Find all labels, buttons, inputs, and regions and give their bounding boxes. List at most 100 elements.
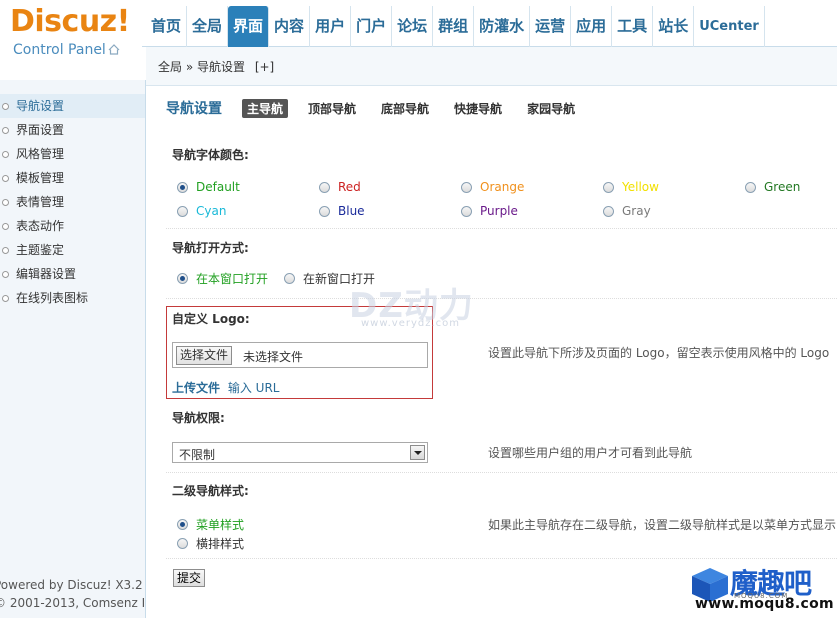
radio-button[interactable] — [603, 181, 614, 193]
radio-button[interactable] — [177, 205, 188, 217]
breadcrumb-toggle[interactable]: [+] — [255, 60, 274, 74]
radio-option[interactable]: Green — [745, 180, 800, 194]
radio-button[interactable] — [603, 205, 614, 217]
sidebar-item[interactable]: 导航设置 — [0, 94, 145, 118]
chevron-down-icon[interactable] — [410, 445, 425, 460]
sidebar-item[interactable]: 界面设置 — [0, 118, 145, 142]
radio-option[interactable]: Purple — [461, 204, 518, 218]
tab[interactable]: 快捷导航 — [449, 99, 507, 118]
home-icon — [108, 44, 120, 55]
radio-option[interactable]: Default — [177, 180, 240, 194]
top-nav-item[interactable]: 用户 — [310, 6, 352, 47]
radio-label: Cyan — [196, 204, 227, 218]
sidebar-item[interactable]: 编辑器设置 — [0, 262, 145, 286]
copyright: © 2001-2013, Comsenz Inc. — [0, 596, 146, 610]
watermark-dz-url: www.verydz.com — [361, 318, 461, 329]
powered-by: Powered by Discuz! X3.2 — [0, 578, 143, 592]
sub-style-label: 二级导航样式: — [172, 484, 249, 498]
top-nav-item[interactable]: 界面 — [228, 6, 270, 47]
sidebar-list: 导航设置 界面设置 风格管理 模板管理 表情管理 表态动作 主题鉴定 编辑器设置 在线列表图标 — [0, 94, 145, 310]
top-nav-item[interactable]: 站长 — [653, 6, 695, 47]
sidebar-item[interactable]: 表态动作 — [0, 214, 145, 238]
sub-style-tip: 如果此主导航存在二级导航，设置二级导航样式是以菜单方式显示 — [488, 518, 837, 532]
radio-label: 横排样式 — [196, 537, 245, 551]
radio-button[interactable] — [461, 181, 472, 193]
input-url-link[interactable]: 输入 URL — [228, 381, 280, 395]
radio-button[interactable] — [177, 181, 188, 193]
radio-label: Orange — [480, 180, 525, 194]
radio-button[interactable] — [177, 538, 188, 549]
radio-option[interactable]: Cyan — [177, 204, 226, 218]
radio-button[interactable] — [461, 205, 472, 217]
radio-option[interactable]: 在本窗口打开 — [177, 270, 268, 287]
radio-label: Blue — [338, 204, 365, 218]
breadcrumb-bar: 全局 » 导航设置 [+] — [146, 47, 837, 86]
radio-button[interactable] — [177, 273, 188, 284]
top-nav-item[interactable]: 内容 — [269, 6, 311, 47]
permission-label: 导航权限: — [172, 411, 225, 425]
font-color-label: 导航字体颜色: — [172, 148, 249, 162]
radio-label: Purple — [480, 204, 518, 218]
radio-option[interactable]: 菜单样式 — [177, 516, 244, 533]
top-nav-item[interactable]: 应用 — [571, 6, 613, 47]
submit-button[interactable]: 提交 — [173, 569, 206, 587]
radio-label: 菜单样式 — [196, 518, 245, 532]
top-nav-item[interactable]: 论坛 — [392, 6, 434, 47]
sidebar-item[interactable]: 表情管理 — [0, 190, 145, 214]
permission-value: 不限制 — [179, 448, 216, 462]
radio-label: Yellow — [622, 180, 659, 194]
main-content: 导航设置 主导航 顶部导航 底部导航 快捷导航 家园导航 导航字体颜色: Default… — [146, 86, 837, 618]
top-nav-item[interactable]: 防灌水 — [474, 6, 531, 47]
logo-tip: 设置此导航下所涉及页面的 Logo，留空表示使用风格中的 Logo — [488, 346, 830, 360]
radio-button[interactable] — [319, 181, 330, 193]
page-title: 导航设置 — [166, 101, 222, 117]
choose-file-button[interactable]: 选择文件 — [176, 346, 233, 365]
top-nav-item[interactable]: 全局 — [187, 6, 229, 47]
radio-option[interactable]: Blue — [319, 204, 365, 218]
radio-button[interactable] — [284, 273, 295, 284]
radio-option[interactable]: Yellow — [603, 180, 659, 194]
radio-button[interactable] — [177, 519, 188, 530]
top-nav-item[interactable]: 门户 — [351, 6, 393, 47]
upload-file-link[interactable]: 上传文件 — [172, 381, 220, 395]
tab[interactable]: 家园导航 — [522, 99, 580, 118]
top-nav-item[interactable]: UCenter — [694, 6, 765, 47]
logo[interactable]: Discuz! Control Panel — [0, 0, 142, 80]
radio-label: 在本窗口打开 — [196, 272, 269, 286]
top-nav-item[interactable]: 首页 — [146, 6, 188, 47]
open-mode-label: 导航打开方式: — [172, 241, 249, 255]
logo-file-input[interactable]: 选择文件 未选择文件 — [172, 342, 428, 368]
top-nav-item[interactable]: 运营 — [530, 6, 572, 47]
sub-nav: 导航设置 主导航 顶部导航 底部导航 快捷导航 家园导航 — [166, 98, 595, 118]
radio-label: Default — [196, 180, 240, 194]
watermark-moqu: 魔趣吧 MOQU8.COM www.moqu8.com — [690, 562, 837, 618]
radio-option[interactable]: Red — [319, 180, 361, 194]
sidebar-item[interactable]: 模板管理 — [0, 166, 145, 190]
permission-select[interactable]: 不限制 — [172, 442, 428, 463]
top-nav-item[interactable]: 群组 — [433, 6, 475, 47]
tab[interactable]: 底部导航 — [376, 99, 434, 118]
divider — [166, 298, 837, 299]
permission-tip: 设置哪些用户组的用户才可看到此导航 — [488, 446, 693, 460]
divider — [166, 472, 837, 473]
sidebar-item[interactable]: 在线列表图标 — [0, 286, 145, 310]
sidebar: 导航设置 界面设置 风格管理 模板管理 表情管理 表态动作 主题鉴定 编辑器设置 在线列表图标 … — [0, 80, 146, 618]
sidebar-item[interactable]: 风格管理 — [0, 142, 145, 166]
tab[interactable]: 主导航 — [242, 98, 289, 118]
logo-subtitle: Control Panel — [13, 42, 106, 58]
watermark-moqu-url: www.moqu8.com — [695, 596, 834, 612]
tab[interactable]: 顶部导航 — [303, 99, 361, 118]
radio-label: Red — [338, 180, 361, 194]
upload-links: 上传文件 输入 URL — [172, 379, 279, 396]
radio-option[interactable]: Gray — [603, 204, 651, 218]
top-nav-item[interactable]: 工具 — [612, 6, 654, 47]
radio-option[interactable]: Orange — [461, 180, 524, 194]
tab-group: 主导航 顶部导航 底部导航 快捷导航 家园导航 — [242, 98, 595, 118]
sidebar-item[interactable]: 主题鉴定 — [0, 238, 145, 262]
radio-button[interactable] — [319, 205, 330, 217]
radio-label: Gray — [622, 204, 651, 218]
sidebar-footer: Powered by Discuz! X3.2 © 2001-2013, Com… — [0, 576, 146, 612]
radio-option[interactable]: 横排样式 — [177, 535, 244, 552]
breadcrumb-path: 全局 » 导航设置 — [158, 60, 245, 74]
radio-button[interactable] — [745, 181, 756, 193]
